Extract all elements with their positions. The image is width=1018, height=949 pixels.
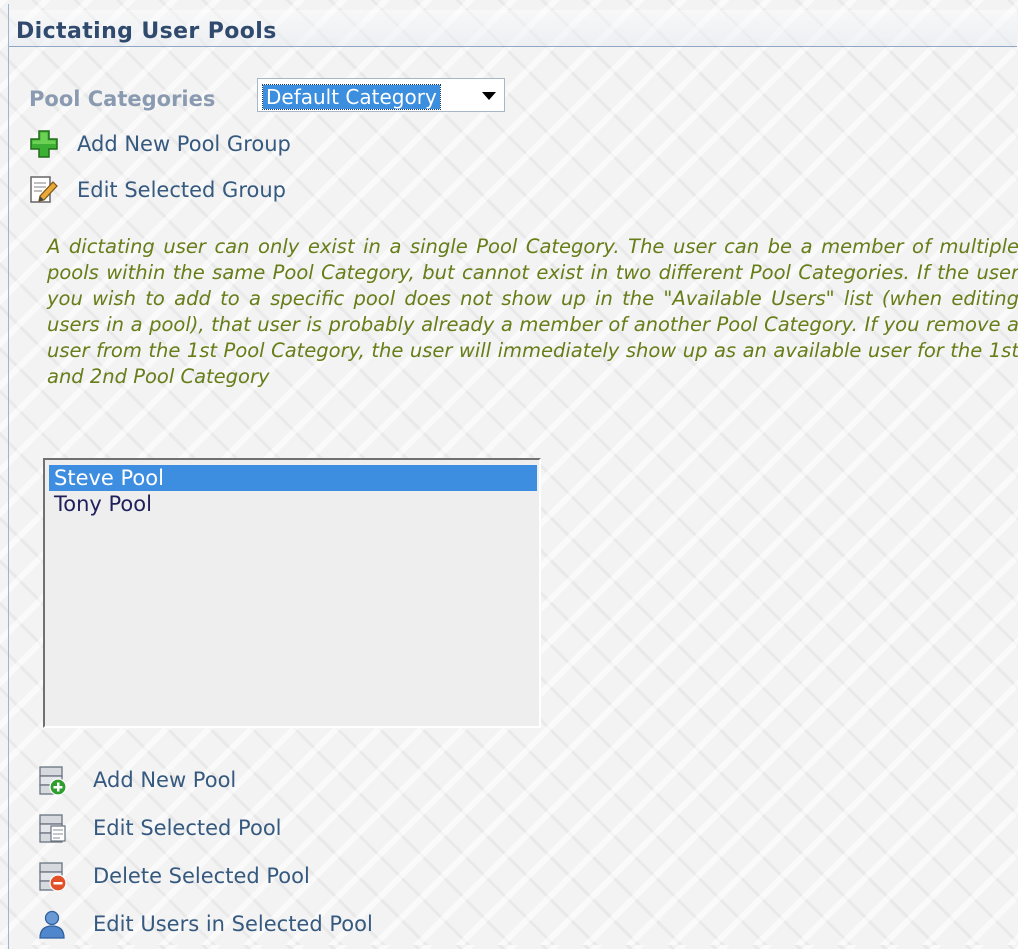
edit-selected-pool-link[interactable]: Edit Selected Pool — [35, 811, 335, 845]
user-icon — [39, 910, 65, 939]
edit-users-in-selected-pool-link[interactable]: Edit Users in Selected Pool — [35, 907, 415, 941]
page-title: Dictating User Pools — [16, 19, 277, 44]
delete-selected-pool-label: Delete Selected Pool — [93, 864, 310, 888]
add-new-pool-label: Add New Pool — [93, 768, 237, 792]
green-plus-icon — [30, 130, 58, 158]
add-new-pool-group-link[interactable]: Add New Pool Group — [27, 127, 347, 161]
edit-selected-pool-label: Edit Selected Pool — [93, 816, 282, 840]
pool-category-select[interactable]: Default Category — [257, 78, 505, 112]
add-new-pool-group-label: Add New Pool Group — [77, 132, 291, 156]
delete-pool-icon — [39, 862, 67, 892]
add-new-pool-link[interactable]: Add New Pool — [35, 763, 335, 797]
edit-document-icon — [30, 176, 58, 203]
pool-categories-label: Pool Categories — [29, 87, 216, 111]
dropdown-arrow-icon[interactable] — [482, 92, 496, 100]
dictating-user-pools-panel: Dictating User Pools Pool Categories Def… — [8, 4, 1018, 949]
pool-listbox[interactable]: Steve Pool Tony Pool — [43, 458, 541, 728]
delete-selected-pool-link[interactable]: Delete Selected Pool — [35, 859, 355, 893]
list-item[interactable]: Tony Pool — [49, 491, 537, 517]
pool-category-selected-value: Default Category — [262, 84, 441, 110]
title-bar: Dictating User Pools — [9, 10, 1017, 47]
edit-selected-group-link[interactable]: Edit Selected Group — [27, 173, 347, 207]
add-pool-icon — [39, 766, 67, 796]
edit-selected-group-label: Edit Selected Group — [77, 178, 286, 202]
edit-pool-icon — [39, 814, 66, 843]
list-item[interactable]: Steve Pool — [49, 465, 537, 491]
pool-category-info-text: A dictating user can only exist in a sin… — [47, 235, 1018, 388]
edit-users-in-selected-pool-label: Edit Users in Selected Pool — [93, 912, 373, 936]
